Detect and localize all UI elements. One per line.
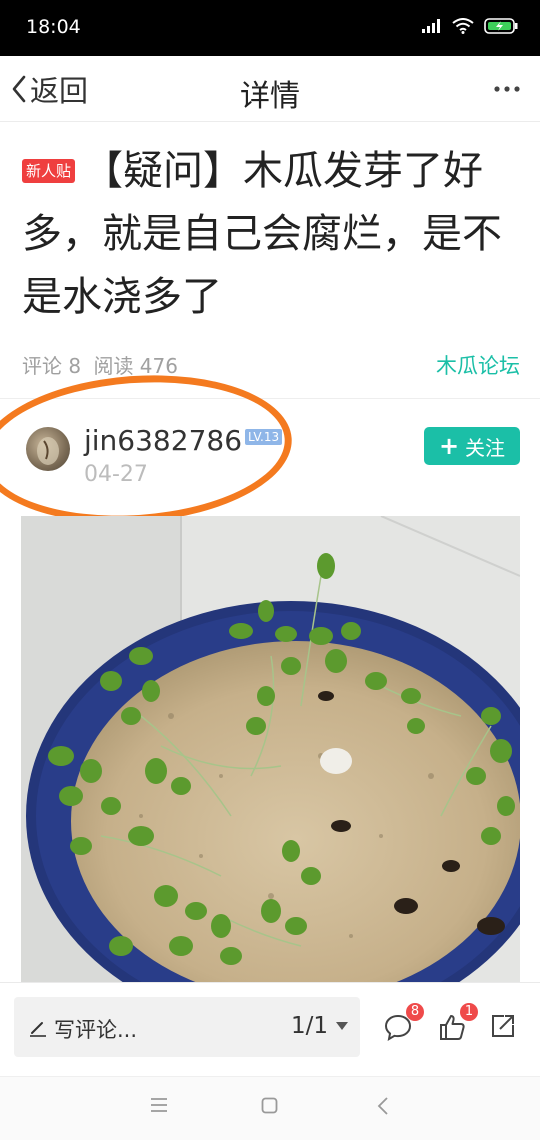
- wifi-icon: [452, 18, 474, 34]
- forum-link[interactable]: 木瓜论坛: [436, 350, 520, 380]
- new-post-badge: 新人贴: [22, 159, 76, 183]
- comments-button[interactable]: 8: [384, 1003, 424, 1045]
- more-button[interactable]: [492, 74, 522, 104]
- status-bar: 18:04: [0, 0, 540, 56]
- menu-icon[interactable]: [150, 1097, 168, 1113]
- status-time: 18:04: [26, 16, 81, 38]
- back-icon[interactable]: [377, 1097, 389, 1115]
- post-title: 新人贴 【疑问】木瓜发芽了好多，就是自己会腐烂，是不是水浇多了: [22, 140, 522, 329]
- like-button[interactable]: 1: [438, 1003, 478, 1045]
- comments-count-badge: 8: [406, 1003, 424, 1021]
- seedlings-photo: [21, 516, 520, 982]
- comment-count: 评论 8: [22, 354, 82, 378]
- battery-icon: [484, 18, 518, 34]
- share-button[interactable]: [490, 1013, 516, 1043]
- bottom-action-bar: 写评论... 1/1 8 1: [0, 982, 540, 1076]
- author-row: jin6382786 LV.13 04-27 + 关注: [0, 410, 540, 510]
- avatar-image: [37, 437, 59, 465]
- read-count: 阅读 476: [93, 354, 178, 378]
- avatar[interactable]: [26, 427, 70, 471]
- author-name[interactable]: jin6382786: [84, 424, 242, 457]
- divider: [0, 398, 540, 399]
- status-icons: [422, 18, 518, 34]
- plus-icon: +: [438, 432, 460, 460]
- post-meta: 评论 8 阅读 476 木瓜论坛: [22, 350, 520, 380]
- follow-label: 关注: [465, 435, 506, 460]
- page-selector[interactable]: 1/1: [291, 1013, 348, 1039]
- post-image[interactable]: [21, 516, 520, 982]
- home-icon[interactable]: [261, 1097, 278, 1114]
- page-indicator: 1/1: [290, 1013, 328, 1039]
- comment-placeholder: 写评论...: [54, 1018, 138, 1042]
- caret-down-icon: [336, 1022, 348, 1030]
- post-title-text: 【疑问】木瓜发芽了好多，就是自己会腐烂，是不是水浇多了: [22, 148, 502, 320]
- post-date: 04-27: [84, 462, 148, 487]
- signal-icon: [422, 19, 440, 33]
- level-badge: LV.13: [245, 429, 283, 445]
- follow-button[interactable]: + 关注: [424, 427, 520, 465]
- more-icon: [494, 86, 520, 92]
- system-nav-bar: [0, 1076, 540, 1140]
- likes-count-badge: 1: [460, 1003, 478, 1021]
- page-title: 详情: [240, 79, 300, 114]
- nav-bar: 返回 详情: [0, 56, 540, 122]
- share-icon: [492, 1015, 514, 1037]
- pen-icon: [30, 1022, 46, 1037]
- comment-input[interactable]: 写评论... 1/1: [14, 997, 360, 1057]
